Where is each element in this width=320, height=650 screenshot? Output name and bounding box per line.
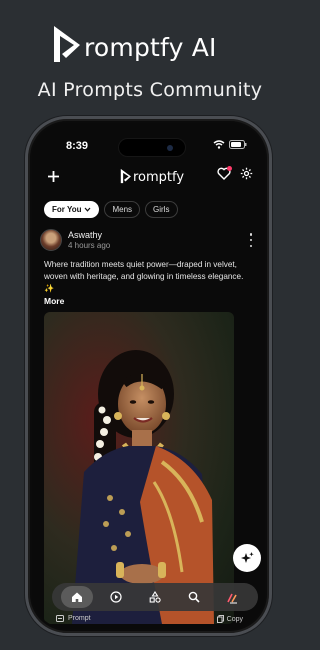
home-icon <box>72 592 83 602</box>
chevron-down-icon <box>85 207 91 212</box>
nav-home[interactable] <box>61 586 94 608</box>
creator-brush-icon <box>227 593 238 603</box>
notification-dot <box>227 166 232 171</box>
chip-label: For You <box>52 205 82 214</box>
sparkle-icon <box>240 551 254 563</box>
gear-icon <box>240 167 253 180</box>
chip-girls[interactable]: Girls <box>145 201 178 218</box>
nav-creator[interactable] <box>217 586 249 608</box>
shapes-icon <box>149 591 161 603</box>
post-caption: Where tradition meets quiet power—draped… <box>44 260 244 293</box>
app-header: romptfy <box>32 163 265 191</box>
post-timestamp: 4 hours ago <box>68 241 111 250</box>
copy-icon <box>216 615 224 623</box>
prompt-label: Prompt <box>68 615 91 622</box>
copy-button[interactable]: Copy <box>216 615 243 623</box>
status-time: 8:39 <box>66 140 89 152</box>
nav-shapes[interactable] <box>139 586 171 608</box>
nav-play[interactable] <box>100 586 132 608</box>
chip-label: Mens <box>112 205 133 214</box>
search-icon <box>188 591 200 603</box>
promo-logo: romptfy AI <box>52 24 217 64</box>
wifi-icon <box>213 140 225 149</box>
post-options-button[interactable] <box>247 233 255 247</box>
promo-subtitle: AI Prompts Community <box>37 79 263 101</box>
post-username[interactable]: Aswathy <box>68 230 102 240</box>
promptfy-logo-icon <box>120 168 131 184</box>
copy-label: Copy <box>226 615 243 623</box>
chip-for-you[interactable]: For You <box>44 201 100 218</box>
plus-icon <box>47 170 59 182</box>
phone-frame: 8:39 romptfy For You Mens Girls Aswathy … <box>25 116 272 636</box>
promo-brand: romptfy AI <box>84 32 217 62</box>
play-circle-icon <box>110 591 122 603</box>
filter-chips: For You Mens Girls <box>44 201 178 218</box>
app-screen: 8:39 romptfy For You Mens Girls Aswathy … <box>32 123 265 629</box>
promptfy-logo-icon <box>54 26 80 62</box>
chip-mens[interactable]: Mens <box>104 201 141 218</box>
status-bar: 8:39 <box>32 135 265 157</box>
prompt-button[interactable]: Prompt <box>56 615 91 622</box>
more-link[interactable]: More <box>44 296 64 306</box>
status-icons <box>213 140 247 149</box>
add-post-button[interactable] <box>42 165 64 187</box>
prompt-icon <box>56 615 64 622</box>
nav-search[interactable] <box>178 586 210 608</box>
bottom-nav <box>52 583 258 611</box>
post-image[interactable] <box>44 312 234 624</box>
post-header: Aswathy 4 hours ago <box>40 229 257 255</box>
avatar[interactable] <box>40 229 62 251</box>
settings-button[interactable] <box>240 167 253 185</box>
chip-label: Girls <box>153 205 170 214</box>
post-footer: Prompt Copy <box>32 615 265 629</box>
battery-icon <box>229 140 247 149</box>
portrait-illustration <box>72 350 214 624</box>
more-vertical-icon <box>249 233 253 236</box>
dynamic-island <box>118 138 186 157</box>
header-logo: romptfy <box>120 168 185 185</box>
header-brand: romptfy <box>133 169 185 185</box>
generate-button[interactable] <box>233 544 261 572</box>
